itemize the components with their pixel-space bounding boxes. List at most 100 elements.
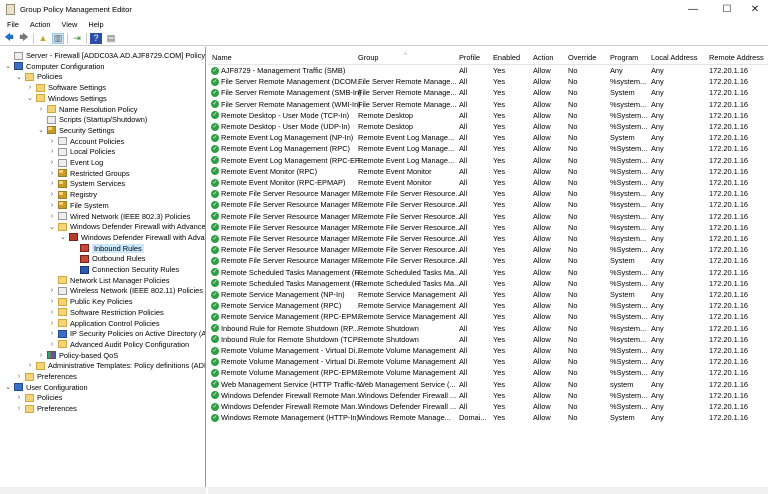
rule-row[interactable]: ✓ Remote File Server Resource Manager M..… [208, 199, 768, 210]
column-header-override[interactable]: Override [568, 53, 596, 62]
forward-icon[interactable]: 🡆 [18, 32, 30, 44]
tree-node[interactable]: › Preferences [15, 403, 77, 414]
rule-row[interactable]: ✓ Windows Remote Management (HTTP-In) Wind… [208, 412, 768, 423]
rule-row[interactable]: ✓ Remote Event Monitor (RPC) Remote Event … [208, 166, 768, 177]
expand-chevron-icon[interactable]: › [15, 405, 23, 412]
tree-node[interactable]: › File System [48, 200, 109, 211]
help-icon[interactable]: ? [90, 32, 102, 44]
rule-row[interactable]: ✓ Remote Volume Management - Virtual Di..… [208, 345, 768, 356]
expand-chevron-icon[interactable]: › [48, 148, 56, 155]
show-action-pane-icon[interactable]: ▤ [105, 33, 117, 44]
expand-chevron-icon[interactable]: › [48, 341, 56, 348]
tree-node[interactable]: ⌄ Policies [15, 71, 62, 82]
expand-chevron-icon[interactable]: › [15, 373, 23, 380]
tree-node[interactable]: › Software Settings [26, 82, 106, 93]
column-header-action[interactable]: Action [533, 53, 554, 62]
tree-node[interactable]: › Name Resolution Policy [37, 104, 138, 115]
tree-node[interactable]: › Advanced Audit Policy Configuration [48, 339, 189, 350]
column-header-local-address[interactable]: Local Address [651, 53, 697, 62]
expand-chevron-icon[interactable]: › [48, 287, 56, 294]
rule-row[interactable]: ✓ Remote Service Management (NP-In) Remote… [208, 289, 768, 300]
tree-node[interactable]: › Public Key Policies [48, 296, 133, 307]
tree-node[interactable]: › Registry [48, 189, 97, 200]
tree-node[interactable]: › Software Restriction Policies [48, 307, 164, 318]
rule-row[interactable]: ✓ Remote File Server Resource Manager M..… [208, 222, 768, 233]
collapse-chevron-icon[interactable]: ⌄ [4, 62, 12, 70]
rule-row[interactable]: ✓ Remote Scheduled Tasks Management (R...… [208, 278, 768, 289]
expand-chevron-icon[interactable]: › [48, 180, 56, 187]
tree-node[interactable]: ⌄ Computer Configuration [4, 61, 104, 72]
tree-node[interactable]: ⌄ Windows Defender Firewall with Advanced [48, 221, 205, 232]
tree-node[interactable]: ⌄ Windows Settings [26, 93, 107, 104]
tree-node[interactable]: ⌄ User Configuration [4, 382, 88, 393]
tree-node[interactable]: ⌄ Security Settings [37, 125, 114, 136]
rule-row[interactable]: ✓ Remote File Server Resource Manager M..… [208, 188, 768, 199]
export-list-icon[interactable]: ⇥ [71, 33, 83, 44]
tree-node[interactable]: › Restricted Groups [48, 168, 130, 179]
expand-chevron-icon[interactable]: › [48, 213, 56, 220]
expand-chevron-icon[interactable]: › [26, 84, 34, 91]
column-header-group[interactable]: Group [358, 53, 379, 62]
expand-chevron-icon[interactable]: › [48, 330, 56, 337]
expand-chevron-icon[interactable]: › [48, 202, 56, 209]
rule-row[interactable]: ✓ Windows Defender Firewall Remote Man...… [208, 390, 768, 401]
tree-node[interactable]: Connection Security Rules [70, 264, 179, 275]
menu-action[interactable]: Action [30, 20, 51, 29]
rule-row[interactable]: ✓ Remote File Server Resource Manager M..… [208, 233, 768, 244]
collapse-chevron-icon[interactable]: ⌄ [48, 223, 56, 231]
rule-row[interactable]: ✓ Remote Desktop - User Mode (UDP-In) Remo… [208, 121, 768, 132]
collapse-chevron-icon[interactable]: ⌄ [15, 73, 23, 81]
rule-row[interactable]: ✓ Remote Event Monitor (RPC-EPMAP) Remote … [208, 177, 768, 188]
column-header-name[interactable]: Name [212, 53, 232, 62]
tree-node[interactable]: › Preferences [15, 371, 77, 382]
column-header-program[interactable]: Program [610, 53, 638, 62]
menu-file[interactable]: File [7, 20, 19, 29]
expand-chevron-icon[interactable]: › [37, 106, 45, 113]
rule-row[interactable]: ✓ Remote Volume Management (RPC-EPM... Rem… [208, 367, 768, 378]
rule-row[interactable]: ✓ Remote File Server Resource Manager M..… [208, 255, 768, 266]
rule-row[interactable]: ✓ Remote Volume Management - Virtual Di..… [208, 356, 768, 367]
rule-row[interactable]: ✓ AJF8729 - Management Traffic (SMB) All Ye… [208, 65, 768, 76]
expand-chevron-icon[interactable]: › [48, 159, 56, 166]
tree-node[interactable]: › Policy-based QoS [37, 350, 118, 361]
expand-chevron-icon[interactable]: › [37, 352, 45, 359]
expand-chevron-icon[interactable]: › [48, 170, 56, 177]
menu-view[interactable]: View [61, 20, 77, 29]
tree-node[interactable]: › System Services [48, 178, 125, 189]
tree-node[interactable]: › Wireless Network (IEEE 802.11) Policies [48, 285, 203, 296]
column-header-enabled[interactable]: Enabled [493, 53, 520, 62]
rule-row[interactable]: ✓ Remote Desktop - User Mode (TCP-In) Remo… [208, 110, 768, 121]
expand-chevron-icon[interactable]: › [48, 320, 56, 327]
show-hide-console-tree-icon[interactable]: ▥ [52, 32, 64, 44]
rule-row[interactable]: ✓ Remote Scheduled Tasks Management (R...… [208, 267, 768, 278]
expand-chevron-icon[interactable]: › [48, 191, 56, 198]
rule-row[interactable]: ✓ Remote Service Management (RPC) Remote S… [208, 300, 768, 311]
expand-chevron-icon[interactable]: › [26, 362, 34, 369]
tree-node[interactable]: › Administrative Templates: Policy defini… [26, 360, 205, 371]
rule-row[interactable]: ✓ Remote Service Management (RPC-EPM... Re… [208, 311, 768, 322]
tree-node[interactable]: › Account Policies [48, 136, 124, 147]
tree-node[interactable]: › Event Log [48, 157, 103, 168]
tree-node[interactable]: › Local Policies [48, 146, 115, 157]
tree-node[interactable]: Outbound Rules [70, 253, 145, 264]
rule-row[interactable]: ✓ Remote Event Log Management (NP-In) Remo… [208, 132, 768, 143]
minimize-button[interactable]: — [678, 0, 708, 18]
collapse-chevron-icon[interactable]: ⌄ [26, 94, 34, 102]
rule-row[interactable]: ✓ File Server Remote Management (SMB-In) F… [208, 87, 768, 98]
rule-row[interactable]: ✓ Remote File Server Resource Manager M..… [208, 211, 768, 222]
column-header-remote-address[interactable]: Remote Address [709, 53, 764, 62]
expand-chevron-icon[interactable]: › [48, 309, 56, 316]
expand-chevron-icon[interactable]: › [48, 138, 56, 145]
column-header-profile[interactable]: Profile [459, 53, 480, 62]
tree-node[interactable]: Server - Firewall [ADDC03A.AD.AJF8729.CO… [4, 50, 205, 61]
rule-row[interactable]: ✓ Remote File Server Resource Manager M..… [208, 244, 768, 255]
collapse-chevron-icon[interactable]: ⌄ [37, 126, 45, 134]
rule-row[interactable]: ✓ Inbound Rule for Remote Shutdown (TCP..… [208, 334, 768, 345]
tree-node[interactable]: Scripts (Startup/Shutdown) [37, 114, 147, 125]
menu-help[interactable]: Help [88, 20, 103, 29]
close-button[interactable]: ✕ [740, 0, 768, 18]
rule-row[interactable]: ✓ Remote Event Log Management (RPC) Remote… [208, 143, 768, 154]
rule-row[interactable]: ✓ Web Management Service (HTTP Traffic-I.… [208, 379, 768, 390]
tree-node[interactable]: ⌄ Windows Defender Firewall with Advan [59, 232, 205, 243]
tree-node[interactable]: › Application Control Policies [48, 318, 160, 329]
